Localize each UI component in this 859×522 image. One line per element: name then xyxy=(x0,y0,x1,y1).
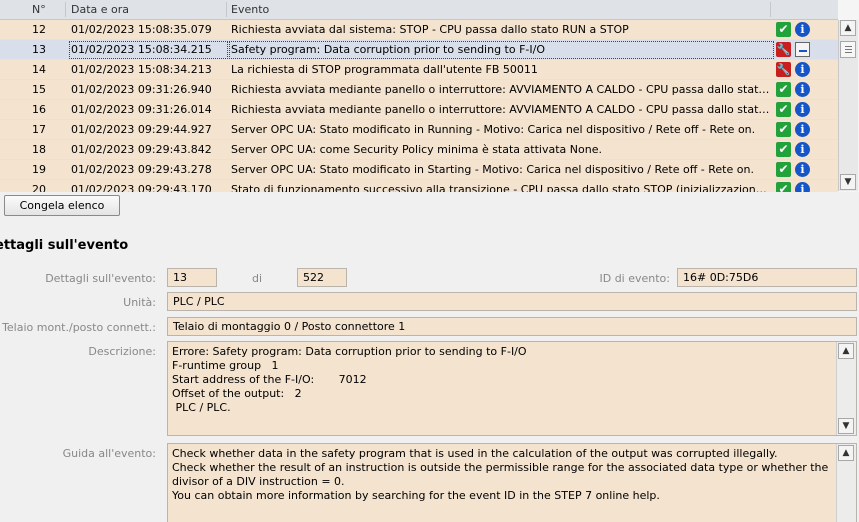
column-separator[interactable] xyxy=(770,2,771,17)
row-number: 20 xyxy=(32,183,46,192)
row-date: 01/02/2023 09:29:43.170 xyxy=(71,183,212,192)
rack-slot-field[interactable]: Telaio di montaggio 0 / Posto connettore… xyxy=(167,317,857,336)
table-body: 12 01/02/2023 15:08:35.079 Richiesta avvia… xyxy=(0,20,838,192)
text-line: Errore: Safety program: Data corruption … xyxy=(172,345,527,358)
status-ok-icon: ✔ xyxy=(776,102,791,117)
info-icon: i xyxy=(795,162,810,177)
status-ok-icon: ✔ xyxy=(776,142,791,157)
scroll-down-icon[interactable]: ▼ xyxy=(838,418,854,434)
unit-label: Unità: xyxy=(123,296,156,309)
of-label: di xyxy=(251,272,263,285)
text-line: Check whether the result of an instructi… xyxy=(172,461,832,488)
table-row[interactable]: 14 01/02/2023 15:08:34.213 La richiesta di… xyxy=(0,60,838,80)
row-number: 19 xyxy=(32,163,46,176)
row-number: 14 xyxy=(32,63,46,76)
row-date: 01/02/2023 09:29:43.842 xyxy=(71,143,212,156)
column-separator[interactable] xyxy=(65,2,66,17)
freeze-list-button[interactable]: Congela elenco xyxy=(4,195,120,216)
row-number: 17 xyxy=(32,123,46,136)
acknowledge-icon xyxy=(795,42,810,57)
event-id-field[interactable]: 16# 0D:75D6 xyxy=(677,268,857,287)
event-table: N° Data e ora Evento 12 01/02/2023 15:08:… xyxy=(0,0,859,192)
scroll-thumb[interactable] xyxy=(840,41,856,58)
text-line: Check whether data in the safety program… xyxy=(172,447,778,460)
scroll-up-icon[interactable]: ▲ xyxy=(838,343,854,359)
row-date: 01/02/2023 15:08:34.215 xyxy=(69,41,228,59)
table-header: N° Data e ora Evento xyxy=(0,0,838,20)
scroll-up-icon[interactable]: ▲ xyxy=(840,20,856,36)
column-header-date[interactable]: Data e ora xyxy=(71,3,129,16)
info-icon: i xyxy=(795,102,810,117)
row-event: Stato di funzionamento successivo alla t… xyxy=(231,183,772,192)
scroll-up-icon[interactable]: ▲ xyxy=(838,445,854,461)
table-row[interactable]: 12 01/02/2023 15:08:35.079 Richiesta avvia… xyxy=(0,20,838,40)
row-number: 12 xyxy=(32,23,46,36)
event-help-scrollbar[interactable]: ▲ xyxy=(836,444,856,522)
text-line: PLC / PLC. xyxy=(172,401,231,414)
table-row[interactable]: 19 01/02/2023 09:29:43.278 Server OPC UA: … xyxy=(0,160,838,180)
unit-field[interactable]: PLC / PLC xyxy=(167,292,857,311)
info-icon: i xyxy=(795,82,810,97)
row-date: 01/02/2023 09:31:26.940 xyxy=(71,83,212,96)
status-ok-icon: ✔ xyxy=(776,162,791,177)
description-label: Descrizione: xyxy=(88,345,156,358)
column-header-event[interactable]: Evento xyxy=(231,3,269,16)
row-event: Server OPC UA: come Security Policy mini… xyxy=(231,143,602,156)
event-help-text: Check whether data in the safety program… xyxy=(172,447,832,503)
event-help-textarea[interactable]: Check whether data in the safety program… xyxy=(167,443,857,522)
event-help-label: Guida all'evento: xyxy=(62,447,156,460)
rack-slot-label: Telaio mont./posto connett.: xyxy=(2,321,156,334)
table-row[interactable]: 20 01/02/2023 09:29:43.170 Stato di funzio… xyxy=(0,180,838,192)
event-index-field[interactable]: 13 xyxy=(167,268,217,287)
row-event: Server OPC UA: Stato modificato in Start… xyxy=(231,163,754,176)
event-id-label: ID di evento: xyxy=(599,272,670,285)
row-date: 01/02/2023 09:29:44.927 xyxy=(71,123,212,136)
table-row[interactable]: 18 01/02/2023 09:29:43.842 Server OPC UA: … xyxy=(0,140,838,160)
error-icon: 🔧 xyxy=(776,42,791,57)
row-event: Safety program: Data corruption prior to… xyxy=(229,41,774,59)
details-section-title: ettagli sull'evento xyxy=(0,238,129,253)
scroll-down-icon[interactable]: ▼ xyxy=(840,174,856,190)
event-details-label: Dettagli sull'evento: xyxy=(45,272,156,285)
description-text: Errore: Safety program: Data corruption … xyxy=(172,345,832,415)
row-event: Richiesta avviata mediante panello o int… xyxy=(231,83,772,96)
column-header-number[interactable]: N° xyxy=(32,3,46,16)
row-event: Richiesta avviata dal sistema: STOP - CP… xyxy=(231,23,629,36)
text-line: Start address of the F-I/O: 7012 xyxy=(172,373,367,386)
row-event: Richiesta avviata mediante panello o int… xyxy=(231,103,772,116)
row-number: 18 xyxy=(32,143,46,156)
row-date: 01/02/2023 09:31:26.014 xyxy=(71,103,212,116)
status-ok-icon: ✔ xyxy=(776,182,791,192)
event-total-field[interactable]: 522 xyxy=(297,268,347,287)
table-scrollbar[interactable]: ▲ ▼ xyxy=(838,20,858,191)
table-row[interactable]: 17 01/02/2023 09:29:44.927 Server OPC UA: … xyxy=(0,120,838,140)
row-event: La richiesta di STOP programmata dall'ut… xyxy=(231,63,538,76)
info-icon: i xyxy=(795,62,810,77)
row-date: 01/02/2023 15:08:35.079 xyxy=(71,23,212,36)
info-icon: i xyxy=(795,182,810,192)
description-textarea[interactable]: Errore: Safety program: Data corruption … xyxy=(167,341,857,436)
status-ok-icon: ✔ xyxy=(776,22,791,37)
table-row[interactable]: 13 01/02/2023 15:08:34.215 Safety program:… xyxy=(0,40,838,60)
row-date: 01/02/2023 09:29:43.278 xyxy=(71,163,212,176)
error-icon: 🔧 xyxy=(776,62,791,77)
row-date: 01/02/2023 15:08:34.213 xyxy=(71,63,212,76)
status-ok-icon: ✔ xyxy=(776,122,791,137)
table-row[interactable]: 16 01/02/2023 09:31:26.014 Richiesta avvia… xyxy=(0,100,838,120)
info-icon: i xyxy=(795,142,810,157)
text-line: You can obtain more information by searc… xyxy=(172,489,660,502)
text-line: F-runtime group 1 xyxy=(172,359,279,372)
description-scrollbar[interactable]: ▲ ▼ xyxy=(836,342,856,435)
info-icon: i xyxy=(795,22,810,37)
row-event: Server OPC UA: Stato modificato in Runni… xyxy=(231,123,756,136)
row-number: 16 xyxy=(32,103,46,116)
row-number: 13 xyxy=(32,43,46,56)
status-ok-icon: ✔ xyxy=(776,82,791,97)
info-icon: i xyxy=(795,122,810,137)
text-line: Offset of the output: 2 xyxy=(172,387,302,400)
column-separator[interactable] xyxy=(226,2,227,17)
row-number: 15 xyxy=(32,83,46,96)
table-row[interactable]: 15 01/02/2023 09:31:26.940 Richiesta avvia… xyxy=(0,80,838,100)
